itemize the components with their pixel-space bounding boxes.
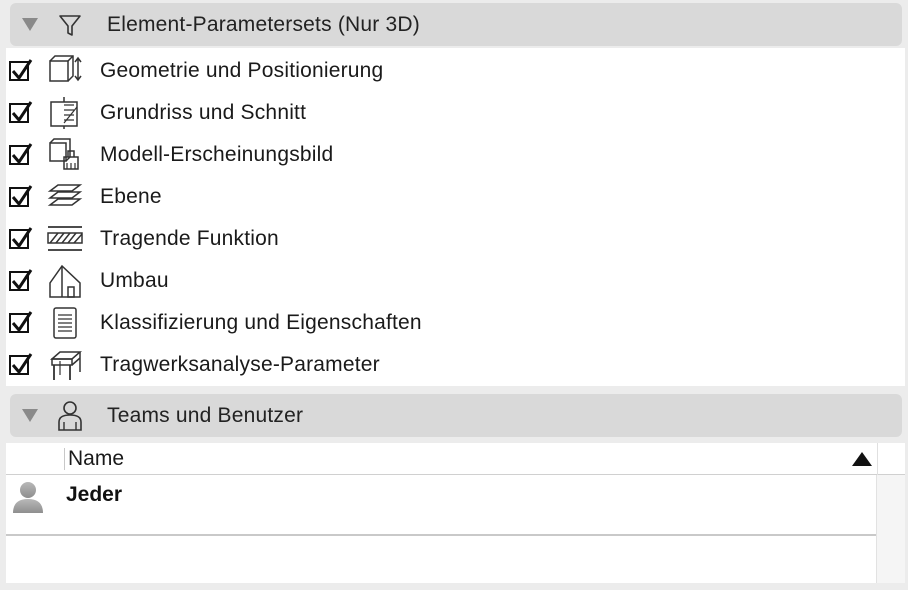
element-params-list: Geometrie und Positionierung Grundriss u… — [6, 48, 905, 386]
checkmark-icon — [11, 101, 33, 123]
param-label: Umbau — [100, 269, 169, 292]
checkbox-renovation[interactable] — [9, 269, 33, 291]
param-row-appearance[interactable]: Modell-Erscheinungsbild — [6, 135, 905, 175]
geometry-position-icon — [49, 55, 82, 82]
checkbox-structural[interactable] — [9, 227, 33, 249]
element-params-section-header[interactable]: Element-Parametersets (Nur 3D) — [10, 3, 902, 46]
param-row-renovation[interactable]: Umbau — [6, 261, 905, 301]
param-label: Modell-Erscheinungsbild — [100, 143, 334, 166]
param-row-classification[interactable]: Klassifizierung und Eigenschaften — [6, 303, 905, 343]
filter-icon — [59, 14, 81, 36]
param-label: Geometrie und Positionierung — [100, 59, 384, 82]
checkmark-icon — [11, 185, 33, 207]
user-name: Jeder — [66, 483, 123, 506]
model-appearance-icon — [49, 138, 79, 170]
section-title: Element-Parametersets (Nur 3D) — [107, 12, 420, 36]
layers-icon — [47, 184, 83, 206]
column-divider — [64, 448, 65, 470]
param-row-geometry[interactable]: Geometrie und Positionierung — [6, 51, 905, 91]
column-name-label[interactable]: Name — [68, 447, 124, 471]
user-avatar-icon — [13, 482, 43, 513]
checkmark-icon — [11, 143, 33, 165]
checkmark-icon — [11, 353, 33, 375]
param-row-floorplan[interactable]: Grundriss und Schnitt — [6, 93, 905, 133]
vertical-scrollbar[interactable] — [876, 475, 905, 583]
collapse-triangle-icon[interactable] — [22, 18, 38, 31]
classification-document-icon — [53, 307, 77, 339]
param-row-analysis[interactable]: Tragwerksanalyse-Parameter — [6, 345, 905, 385]
checkbox-analysis[interactable] — [9, 353, 33, 375]
floorplan-section-icon — [50, 97, 78, 129]
checkmark-icon — [11, 227, 33, 249]
checkmark-icon — [11, 269, 33, 291]
structural-function-icon — [47, 226, 83, 251]
section-title: Teams und Benutzer — [107, 403, 304, 427]
param-row-layer[interactable]: Ebene — [6, 177, 905, 217]
renovation-icon — [49, 264, 81, 298]
checkmark-icon — [11, 311, 33, 333]
structural-analysis-icon — [50, 351, 82, 380]
teamwork-settings-panel: Element-Parametersets (Nur 3D) Geometrie… — [0, 0, 908, 590]
checkbox-classification[interactable] — [9, 311, 33, 333]
checkbox-appearance[interactable] — [9, 143, 33, 165]
param-label: Tragwerksanalyse-Parameter — [100, 353, 380, 376]
param-label: Tragende Funktion — [100, 227, 279, 250]
table-column-header[interactable]: Name — [6, 443, 905, 475]
sort-ascending-icon[interactable] — [852, 452, 872, 466]
param-row-structural[interactable]: Tragende Funktion — [6, 219, 905, 259]
collapse-triangle-icon[interactable] — [22, 409, 38, 422]
teams-table: Name Jeder — [6, 443, 905, 583]
table-row[interactable]: Jeder — [6, 475, 876, 536]
column-divider — [877, 443, 878, 475]
param-label: Ebene — [100, 185, 162, 208]
param-label: Grundriss und Schnitt — [100, 101, 307, 124]
checkmark-icon — [11, 59, 33, 81]
checkbox-layer[interactable] — [9, 185, 33, 207]
checkbox-geometry[interactable] — [9, 59, 33, 81]
param-label: Klassifizierung und Eigenschaften — [100, 311, 422, 334]
checkbox-floorplan[interactable] — [9, 101, 33, 123]
user-icon — [58, 401, 82, 431]
teams-section-header[interactable]: Teams und Benutzer — [10, 394, 902, 437]
